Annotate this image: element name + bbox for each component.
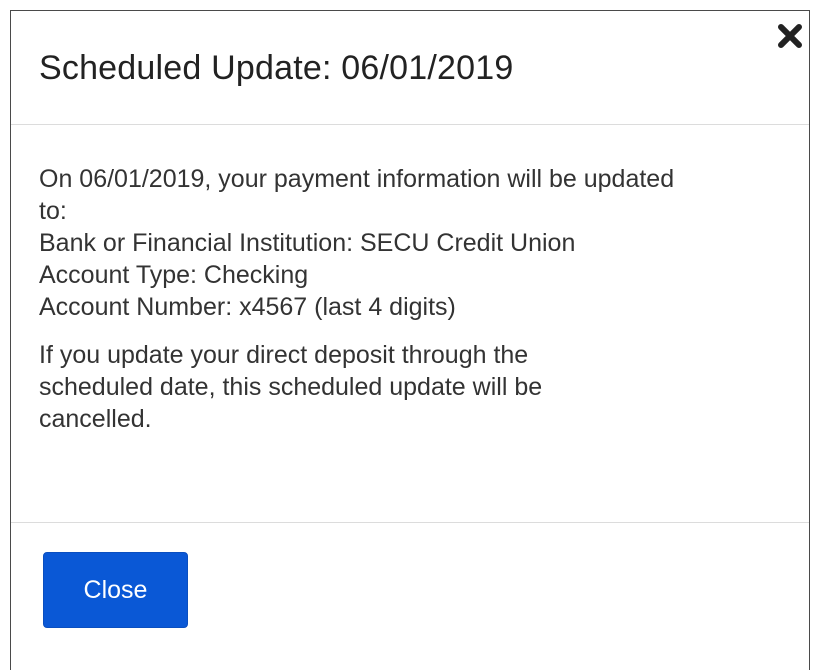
- dialog-title: Scheduled Update: 06/01/2019: [39, 49, 514, 87]
- cancellation-notice: If you update your direct deposit throug…: [39, 341, 543, 433]
- dialog-body: On 06/01/2019, your payment information …: [11, 125, 809, 523]
- dialog-footer: Close: [11, 523, 809, 653]
- dialog-header: Scheduled Update: 06/01/2019: [11, 11, 809, 125]
- account-number-line: Account Number: x4567 (last 4 digits): [39, 293, 456, 321]
- update-intro-text: On 06/01/2019, your payment information …: [39, 165, 675, 225]
- close-button[interactable]: Close: [43, 552, 188, 628]
- account-type-line: Account Type: Checking: [39, 261, 309, 289]
- close-x-icon[interactable]: [777, 23, 803, 49]
- scheduled-update-dialog: Scheduled Update: 06/01/2019 On 06/01/20…: [10, 10, 810, 670]
- bank-line: Bank or Financial Institution: SECU Cred…: [39, 229, 576, 257]
